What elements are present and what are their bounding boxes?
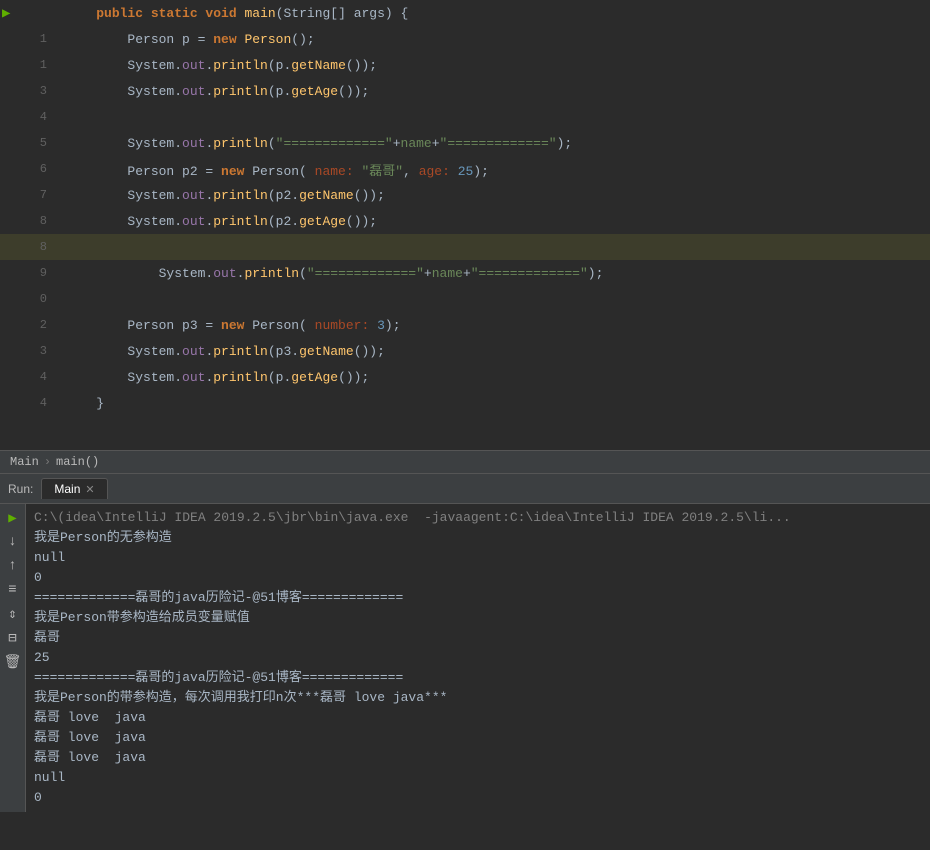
code-lines: ▶ public static void main(String[] args)… — [0, 0, 930, 450]
breadcrumb-item-main-method: main() — [56, 455, 99, 469]
breadcrumb-item-main: Main — [10, 455, 39, 469]
output-line: =============磊哥的java历险记-@51博客===========… — [34, 588, 922, 608]
run-play-button[interactable]: ▶ — [3, 508, 23, 528]
output-line: 25 — [34, 648, 922, 668]
run-toolbar: ▶ ↓ ↑ ≡ ⇕ ⊟ 🗑 — [0, 504, 26, 812]
line-code: System.out.println("============="+name+… — [55, 266, 930, 281]
run-expand-button[interactable]: ⇕ — [3, 604, 23, 624]
line-number: 1 — [0, 58, 55, 72]
line-code: System.out.println(p.getAge()); — [55, 370, 930, 385]
output-line: 我是Person带参构造给成员变量赋值 — [34, 608, 922, 628]
output-line: 磊哥 love java — [34, 708, 922, 728]
line-code: System.out.println(p.getAge()); — [55, 84, 930, 99]
line-number: 5 — [0, 136, 55, 150]
run-indicator-arrow: ▶ — [2, 5, 10, 22]
code-line: 5 System.out.println("============="+nam… — [0, 130, 930, 156]
line-code: } — [55, 396, 930, 411]
line-number: 9 — [0, 266, 55, 280]
output-line: 磊哥 — [34, 628, 922, 648]
output-line: null — [34, 768, 922, 788]
line-code: System.out.println(p.getName()); — [55, 58, 930, 73]
code-line: 1 System.out.println(p.getName()); — [0, 52, 930, 78]
run-scroll-up-button[interactable]: ↑ — [3, 556, 23, 576]
code-line: 2 Person p3 = new Person( number: 3); — [0, 312, 930, 338]
line-number: 4 — [0, 370, 55, 384]
output-line: 我是Person的无参构造 — [34, 528, 922, 548]
output-line: =============磊哥的java历险记-@51博客===========… — [34, 668, 922, 688]
line-code: System.out.println(p3.getName()); — [55, 344, 930, 359]
line-code: Person p = new Person(); — [55, 32, 930, 47]
code-line: 4 } — [0, 390, 930, 416]
line-number: 2 — [0, 318, 55, 332]
line-number: 4 — [0, 110, 55, 124]
line-number: 7 — [0, 188, 55, 202]
run-content: ▶ ↓ ↑ ≡ ⇕ ⊟ 🗑 C:\(idea\IntelliJ IDEA 201… — [0, 504, 930, 812]
code-editor: ▶ public static void main(String[] args)… — [0, 0, 930, 450]
line-code: System.out.println("============="+name+… — [55, 136, 930, 151]
run-print-button[interactable]: ⊟ — [3, 628, 23, 648]
output-line: 0 — [34, 788, 922, 808]
code-line: 1 Person p = new Person(); — [0, 26, 930, 52]
line-number: 1 — [0, 32, 55, 46]
line-code: public static void main(String[] args) { — [55, 6, 930, 21]
breadcrumb-separator: › — [44, 455, 51, 469]
code-line: 0 — [0, 286, 930, 312]
run-label: Run: — [8, 482, 33, 496]
output-line: 0 — [34, 568, 922, 588]
output-line: 磊哥 love java — [34, 728, 922, 748]
line-number: 3 — [0, 344, 55, 358]
line-code: System.out.println(p2.getAge()); — [55, 214, 930, 229]
code-line: 7 System.out.println(p2.getName()); — [0, 182, 930, 208]
run-wrap-button[interactable]: ≡ — [3, 580, 23, 600]
line-number: 8 — [0, 214, 55, 228]
run-output: C:\(idea\IntelliJ IDEA 2019.2.5\jbr\bin\… — [26, 504, 930, 812]
output-line: C:\(idea\IntelliJ IDEA 2019.2.5\jbr\bin\… — [34, 508, 922, 528]
code-line: ▶ public static void main(String[] args)… — [0, 0, 930, 26]
line-number: 8 — [0, 240, 55, 254]
output-line: 我是Person的带参构造，每次调用我打印n次***磊哥 love java**… — [34, 688, 922, 708]
code-line: 6 Person p2 = new Person( name: "磊哥", ag… — [0, 156, 930, 182]
code-line: 9 System.out.println("============="+nam… — [0, 260, 930, 286]
code-line: 8 System.out.println(p2.getAge()); — [0, 208, 930, 234]
code-line: 3 System.out.println(p.getAge()); — [0, 78, 930, 104]
output-line: 磊哥 love java — [34, 748, 922, 768]
tab-close-icon[interactable]: ✕ — [85, 483, 94, 496]
run-clear-button[interactable]: 🗑 — [3, 652, 23, 672]
line-code: Person p3 = new Person( number: 3); — [55, 318, 930, 333]
run-tab-label: Main — [54, 482, 80, 496]
run-tab-main[interactable]: Main ✕ — [41, 478, 107, 499]
breadcrumb: Main › main() — [0, 450, 930, 474]
line-code: System.out.println(p2.getName()); — [55, 188, 930, 203]
run-tabs-bar: Run: Main ✕ — [0, 474, 930, 504]
run-scroll-down-button[interactable]: ↓ — [3, 532, 23, 552]
code-line: 3 System.out.println(p3.getName()); — [0, 338, 930, 364]
line-number: 4 — [0, 396, 55, 410]
code-line: 8 — [0, 234, 930, 260]
line-number: 3 — [0, 84, 55, 98]
line-number: 0 — [0, 292, 55, 306]
code-line: 4 System.out.println(p.getAge()); — [0, 364, 930, 390]
line-number: 6 — [0, 162, 55, 176]
run-panel: Run: Main ✕ ▶ ↓ ↑ ≡ ⇕ ⊟ 🗑 C:\(idea\Intel… — [0, 474, 930, 812]
line-code: Person p2 = new Person( name: "磊哥", age:… — [55, 160, 930, 179]
code-line: 4 — [0, 104, 930, 130]
output-line: null — [34, 548, 922, 568]
